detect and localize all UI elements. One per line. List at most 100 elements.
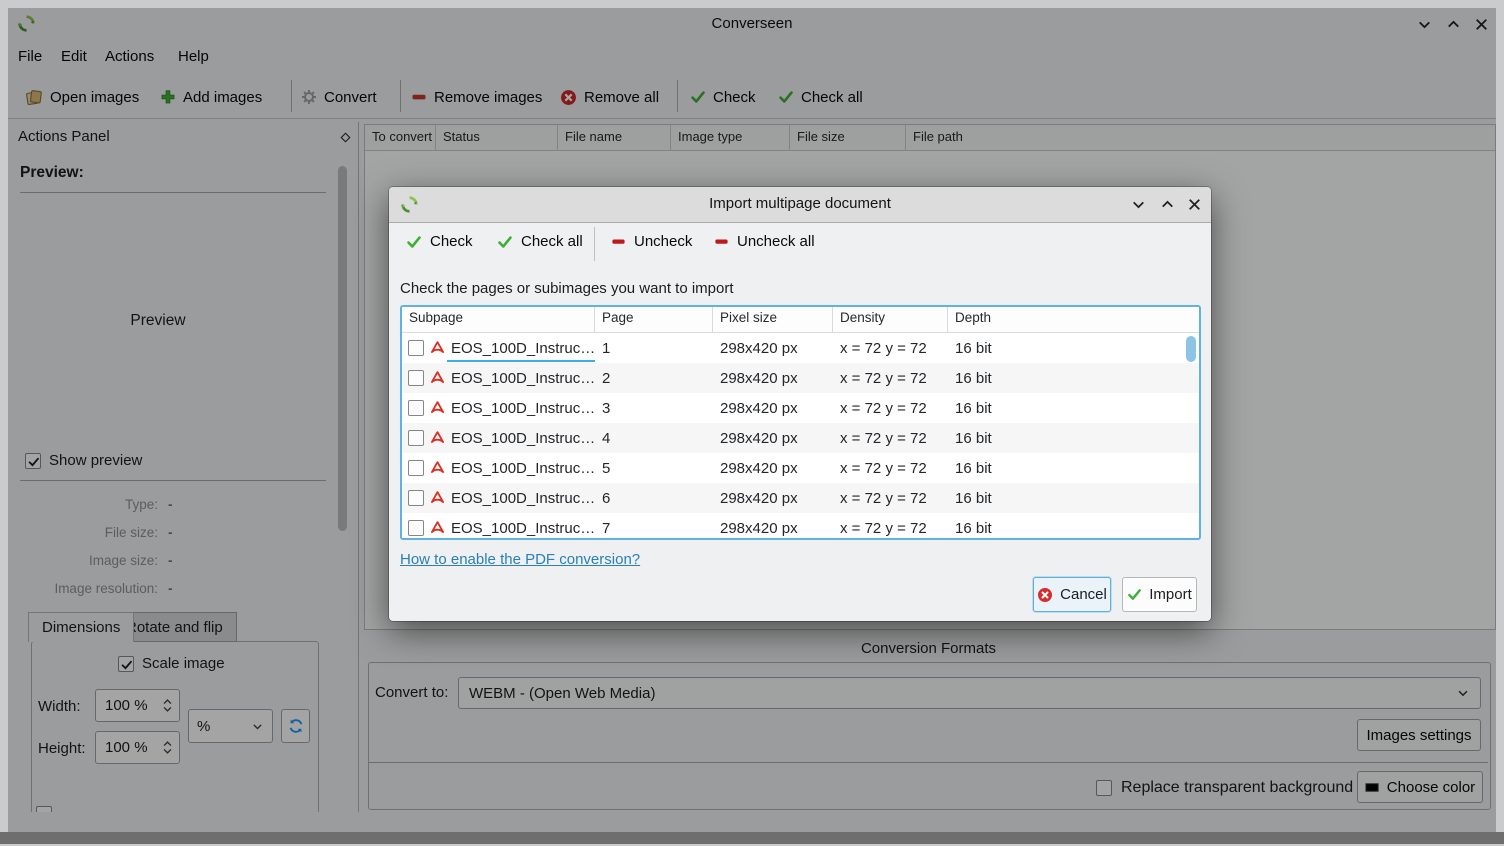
density: x = 72 y = 72 [833, 490, 948, 507]
close-icon[interactable] [1473, 16, 1490, 33]
menu-edit[interactable]: Edit [61, 48, 87, 65]
page-row[interactable]: EOS_100D_Instruc… 2 298x420 px x = 72 y … [402, 363, 1199, 393]
panel-scrollbar[interactable] [338, 166, 347, 531]
import-multipage-dialog: Import multipage document Check Check al… [389, 187, 1211, 621]
pages-table[interactable]: SubpagePagePixel sizeDensityDepth EOS_10… [400, 305, 1201, 540]
group-title: Conversion Formats [368, 640, 1489, 657]
minimize-icon[interactable] [1130, 196, 1147, 213]
unit-combobox[interactable]: % [188, 709, 273, 743]
density: x = 72 y = 72 [833, 400, 948, 417]
page-row[interactable]: EOS_100D_Instruc… 7 298x420 px x = 72 y … [402, 513, 1199, 540]
float-panel-icon[interactable] [338, 130, 353, 145]
pixel-size: 298x420 px [713, 460, 833, 477]
add-images-button[interactable]: Add images [160, 86, 262, 108]
convert-button[interactable]: Convert [301, 86, 377, 108]
depth: 16 bit [948, 340, 1199, 357]
check-icon [690, 89, 706, 105]
menu-help[interactable]: Help [178, 48, 209, 65]
depth: 16 bit [948, 520, 1199, 537]
replace-bg-checkbox[interactable]: Replace transparent background [1096, 779, 1353, 797]
column-header[interactable]: Image type [671, 125, 790, 150]
choose-color-button[interactable]: Choose color [1357, 771, 1483, 803]
import-button[interactable]: Import [1122, 577, 1197, 612]
spinner-arrows-icon[interactable] [162, 698, 179, 713]
page-row[interactable]: EOS_100D_Instruc… 4 298x420 px x = 72 y … [402, 423, 1199, 453]
scale-image-checkbox[interactable]: Scale image [118, 655, 225, 672]
format-combobox[interactable]: WEBM - (Open Web Media) [458, 677, 1481, 709]
column-header[interactable]: File size [790, 125, 906, 150]
cancel-button[interactable]: Cancel [1033, 577, 1111, 612]
main-titlebar[interactable]: Converseen [8, 8, 1496, 40]
open-images-button[interactable]: Open images [25, 86, 139, 108]
column-header[interactable]: Page [595, 307, 713, 332]
column-header[interactable]: Status [436, 125, 558, 150]
page-number: 4 [595, 430, 713, 447]
row-checkbox-unchecked[interactable] [408, 490, 424, 506]
dialog-titlebar[interactable]: Import multipage document [389, 187, 1211, 223]
convert-gear-icon [301, 89, 317, 105]
width-label: Width: [38, 698, 81, 715]
column-header[interactable]: Density [833, 307, 948, 332]
column-header[interactable]: Subpage [402, 307, 595, 332]
images-settings-button[interactable]: Images settings [1357, 719, 1481, 751]
pdf-help-link[interactable]: How to enable the PDF conversion? [400, 551, 640, 568]
table-scrollbar[interactable] [1186, 336, 1196, 362]
row-checkbox-unchecked[interactable] [408, 370, 424, 386]
height-spinner[interactable]: 100 % [95, 731, 180, 764]
info-label: Image size: [8, 553, 158, 568]
column-header[interactable]: Depth [948, 307, 1199, 332]
divider [369, 762, 1488, 763]
partial-checkbox[interactable] [36, 806, 52, 812]
bottom-strip [0, 832, 1504, 844]
close-icon[interactable] [1186, 196, 1203, 213]
menu-actions[interactable]: Actions [105, 48, 154, 65]
show-preview-checkbox[interactable]: Show preview [25, 452, 142, 469]
page-row[interactable]: EOS_100D_Instruc… 6 298x420 px x = 72 y … [402, 483, 1199, 513]
density: x = 72 y = 72 [833, 430, 948, 447]
minimize-icon[interactable] [1416, 16, 1433, 33]
depth: 16 bit [948, 490, 1199, 507]
dialog-uncheck-all-button[interactable]: Uncheck all [714, 233, 815, 250]
menu-file[interactable]: File [18, 48, 42, 65]
maximize-icon[interactable] [1445, 16, 1462, 33]
row-checkbox-unchecked[interactable] [408, 340, 424, 356]
uncheck-icon [611, 234, 626, 249]
pixel-size: 298x420 px [713, 370, 833, 387]
toolbar-separator [594, 227, 595, 261]
tab-dimensions[interactable]: Dimensions [28, 612, 134, 642]
spinner-arrows-icon[interactable] [162, 740, 179, 755]
page-row[interactable]: EOS_100D_Instruc… 5 298x420 px x = 72 y … [402, 453, 1199, 483]
check-button[interactable]: Check [690, 86, 756, 108]
add-images-icon [160, 89, 176, 105]
dialog-uncheck-button[interactable]: Uncheck [611, 233, 692, 250]
check-all-button[interactable]: Check all [778, 86, 863, 108]
row-checkbox-unchecked[interactable] [408, 400, 424, 416]
dialog-check-all-button[interactable]: Check all [497, 233, 583, 250]
pages-table-header: SubpagePagePixel sizeDensityDepth [402, 307, 1199, 333]
dialog-check-button[interactable]: Check [406, 233, 473, 250]
subpage-name: EOS_100D_Instruc… [451, 520, 595, 537]
width-spinner[interactable]: 100 % [95, 689, 180, 722]
page-row[interactable]: EOS_100D_Instruc… 1 298x420 px x = 72 y … [402, 333, 1199, 363]
remove-images-button[interactable]: Remove images [411, 86, 542, 108]
row-checkbox-unchecked[interactable] [408, 430, 424, 446]
column-header[interactable]: Pixel size [713, 307, 833, 332]
info-value: - [168, 525, 173, 540]
link-dimensions-button[interactable] [281, 709, 310, 743]
density: x = 72 y = 72 [833, 370, 948, 387]
pdf-icon [430, 431, 445, 446]
column-header[interactable]: File name [558, 125, 671, 150]
maximize-icon[interactable] [1159, 196, 1176, 213]
pdf-icon [430, 401, 445, 416]
pdf-icon [430, 371, 445, 386]
column-header[interactable]: File path [906, 125, 1495, 150]
column-header[interactable]: To convert [365, 125, 436, 150]
page-row[interactable]: EOS_100D_Instruc… 3 298x420 px x = 72 y … [402, 393, 1199, 423]
pixel-size: 298x420 px [713, 520, 833, 537]
uncheck-all-icon [714, 234, 729, 249]
check-icon [406, 234, 422, 250]
row-checkbox-unchecked[interactable] [408, 460, 424, 476]
row-checkbox-unchecked[interactable] [408, 520, 424, 536]
page-number: 2 [595, 370, 713, 387]
remove-all-button[interactable]: Remove all [560, 86, 659, 108]
